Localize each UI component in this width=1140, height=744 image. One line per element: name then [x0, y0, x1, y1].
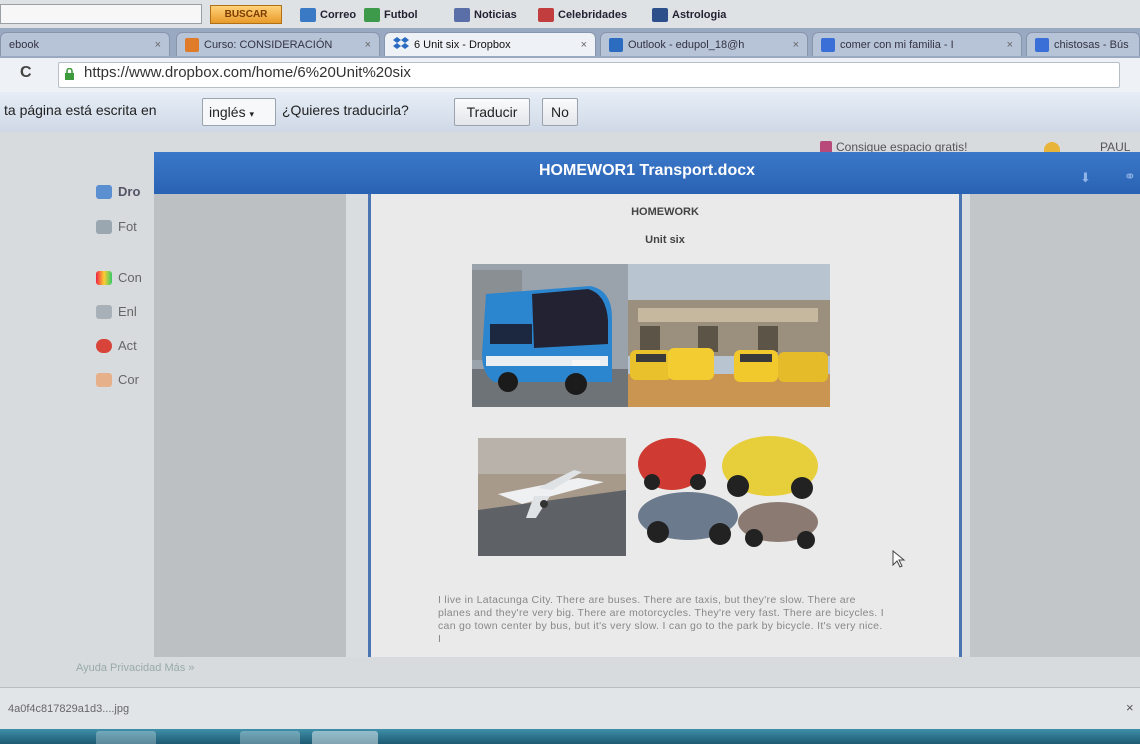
close-icon[interactable]: × — [793, 39, 799, 51]
tab-curso[interactable]: Curso: CONSIDERACIÓN × — [176, 32, 380, 56]
sidebar-item-label: Act — [118, 338, 137, 353]
bookmark-correo[interactable]: Correo — [300, 6, 356, 24]
taskbar-button-chrome[interactable] — [312, 731, 378, 744]
taskbar-button[interactable] — [96, 731, 156, 744]
language-value: inglés — [209, 104, 246, 120]
celebrity-icon — [538, 8, 554, 22]
tab-label: ebook — [9, 38, 39, 51]
google-icon — [821, 37, 835, 52]
bookmark-label: Astrologia — [672, 9, 727, 21]
translate-button[interactable]: Traducir — [454, 98, 530, 126]
sidebar-item-label: Dro — [118, 184, 141, 199]
sidebar-item-label: Enl — [118, 304, 137, 319]
news-icon — [454, 8, 470, 22]
close-icon[interactable]: × — [155, 39, 161, 51]
taskbar-button[interactable] — [240, 731, 300, 744]
bookmark-celebridades[interactable]: Celebridades — [538, 6, 627, 24]
close-icon[interactable]: × — [581, 39, 587, 51]
tab-label: 6 Unit six - Dropbox — [414, 38, 511, 51]
plane-photo — [478, 438, 626, 556]
activity-icon — [96, 338, 112, 353]
sidebar-item-dropbox[interactable]: Dro — [96, 184, 140, 199]
calendar-icon — [96, 372, 112, 387]
url-text: https://www.dropbox.com/home/6%20Unit%20… — [84, 64, 411, 81]
taxi-photo — [628, 264, 830, 407]
motorcycles-photo — [630, 428, 822, 552]
dropbox-icon — [393, 36, 409, 53]
translate-question: ¿Quieres traducirla? — [282, 102, 409, 118]
tab-label: Outlook - edupol_18@h — [628, 38, 745, 51]
chevron-down-icon: ▾ — [249, 109, 255, 119]
footer-links[interactable]: Ayuda Privacidad Más » — [76, 662, 194, 674]
bookmark-noticias[interactable]: Noticias — [454, 6, 517, 24]
outlook-icon — [609, 37, 623, 52]
rainbow-icon — [96, 270, 112, 285]
download-item[interactable]: 4a0f4c817829a1d3....jpg — [8, 703, 129, 715]
preview-title: HOMEWOR1 Transport.docx — [538, 162, 756, 179]
sidebar-item-activity[interactable]: Act — [96, 338, 137, 353]
document-subheading: Unit six — [645, 234, 685, 246]
sidebar-item-label: Con — [118, 270, 142, 285]
toolbar-search-input[interactable] — [0, 4, 202, 24]
tab-dropbox[interactable]: 6 Unit six - Dropbox × — [384, 32, 596, 56]
document-body-text: I live in Latacunga City. There are buse… — [438, 594, 884, 645]
close-icon[interactable]: × — [1126, 700, 1134, 715]
moodle-icon — [185, 37, 199, 52]
mouse-cursor-icon — [892, 549, 906, 568]
sidebar-item-links[interactable]: Enl — [96, 304, 137, 319]
astrology-icon — [652, 8, 668, 22]
close-icon[interactable]: × — [365, 39, 371, 51]
buscar-button[interactable]: BUSCAR — [210, 5, 282, 24]
google-icon — [1035, 37, 1049, 52]
tab-label: Curso: CONSIDERACIÓN — [204, 38, 333, 51]
tab-comer[interactable]: comer con mi familia - I × — [812, 32, 1022, 56]
dropbox-icon — [96, 184, 112, 199]
sidebar-item-calendar[interactable]: Cor — [96, 372, 139, 387]
link-icon — [96, 304, 112, 319]
mail-icon — [300, 8, 316, 22]
tab-label: comer con mi familia - I — [840, 38, 954, 51]
close-icon[interactable]: × — [1007, 39, 1013, 51]
preview-backdrop-right — [970, 194, 1140, 657]
soccer-icon — [364, 8, 380, 22]
bus-photo — [472, 264, 628, 407]
bookmark-label: Correo — [320, 9, 357, 21]
translate-prompt: ta página está escrita en — [4, 102, 157, 118]
lock-icon — [64, 67, 75, 80]
sidebar-item-label: Cor — [118, 372, 139, 387]
taskbar — [0, 729, 1140, 744]
download-icon[interactable]: ⬇ — [1080, 170, 1091, 186]
bookmark-astrologia[interactable]: Astrologia — [652, 6, 726, 24]
tab-ebook[interactable]: ebook × — [0, 32, 170, 56]
sidebar-item-label: Fot — [118, 219, 137, 234]
bookmark-label: Noticias — [474, 9, 517, 21]
bookmark-label: Celebridades — [558, 9, 628, 21]
download-shelf — [0, 687, 1140, 730]
bookmark-futbol[interactable]: Futbol — [364, 6, 418, 24]
sidebar-item-photos[interactable]: Fot — [96, 219, 137, 234]
sidebar-item-shared[interactable]: Con — [96, 270, 142, 285]
preview-backdrop-left — [154, 194, 346, 657]
photos-icon — [96, 219, 112, 234]
tab-label: chistosas - Bús — [1054, 38, 1129, 51]
bookmark-label: Futbol — [384, 9, 418, 21]
tab-chistosas[interactable]: chistosas - Bús — [1026, 32, 1140, 56]
link-icon[interactable]: ⚭ — [1124, 168, 1136, 185]
language-select[interactable]: inglés ▾ — [202, 98, 276, 126]
tab-outlook[interactable]: Outlook - edupol_18@h × — [600, 32, 808, 56]
document-heading: HOMEWORK — [631, 206, 699, 218]
reload-icon[interactable]: C — [20, 64, 32, 82]
no-translate-button[interactable]: No — [542, 98, 578, 126]
